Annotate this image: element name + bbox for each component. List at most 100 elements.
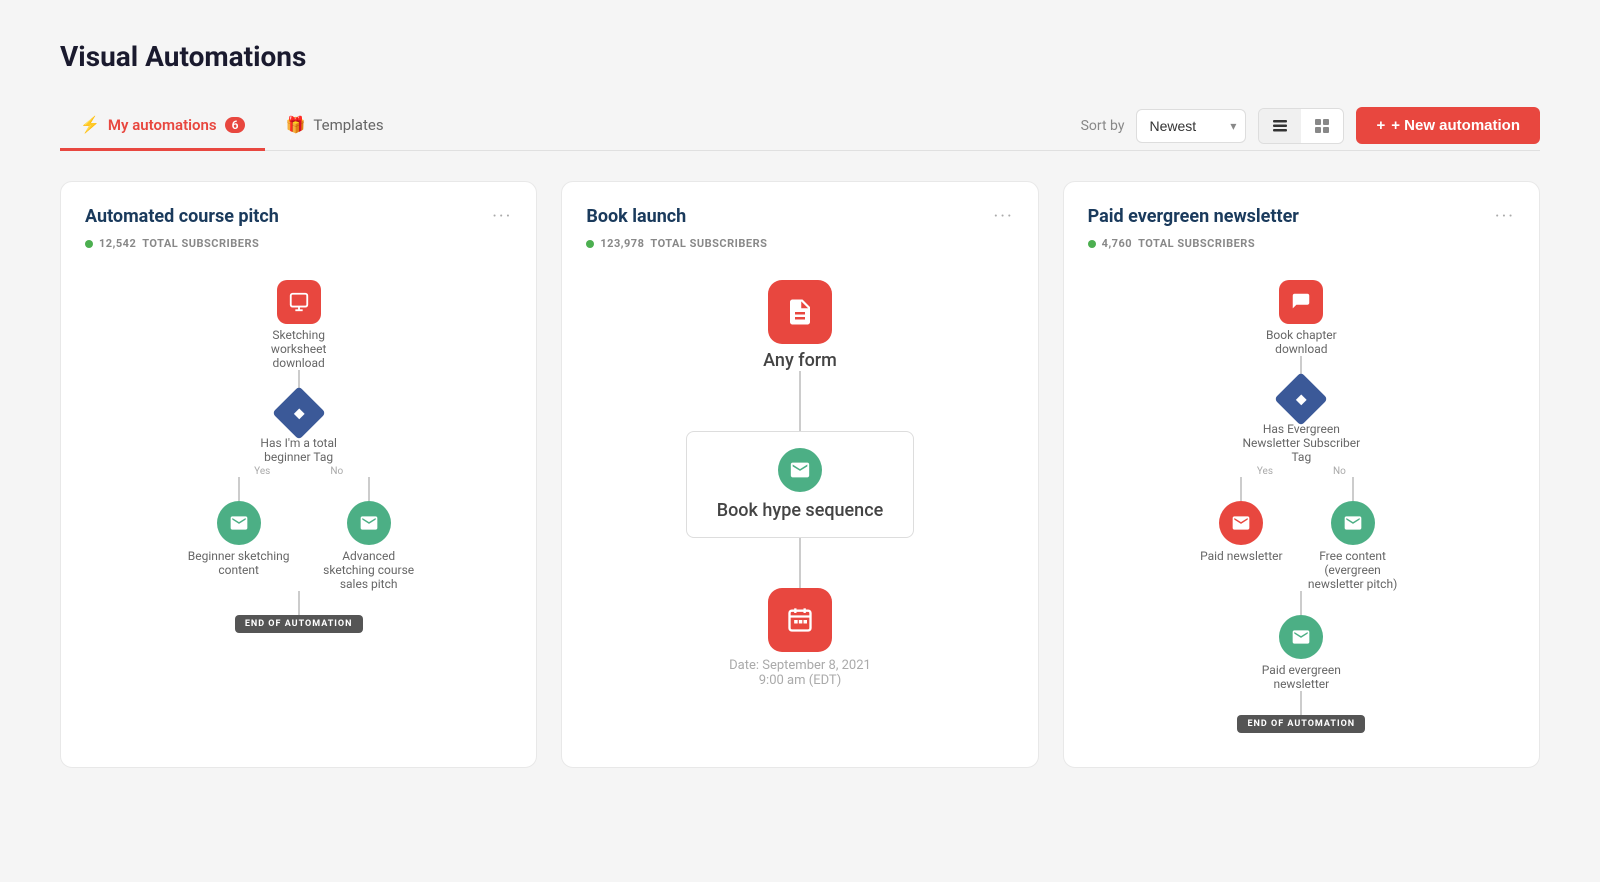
status-dot-1: [85, 240, 93, 248]
list-view-button[interactable]: [1259, 109, 1301, 143]
nl-branch-no-label: Free content (evergreen newsletter pitch…: [1303, 549, 1403, 591]
status-dot-3: [1088, 240, 1096, 248]
nl-branch-no-icon: [1331, 501, 1375, 545]
flow-branch: Beginner sketching content Advanced sket…: [179, 477, 419, 591]
nl-branch-no: Free content (evergreen newsletter pitch…: [1303, 477, 1403, 591]
nl-connector-bottom: [1300, 591, 1302, 615]
nl-connector-end: [1300, 691, 1302, 715]
card-menu-1[interactable]: ···: [492, 206, 512, 227]
card-menu-2[interactable]: ···: [994, 206, 1014, 227]
subscribers-count-3: 4,760: [1102, 237, 1132, 250]
tab-my-automations-label: My automations: [108, 116, 217, 134]
nl-condition-label: Has Evergreen Newsletter Subscriber Tag: [1236, 422, 1366, 464]
nl-connector-no: [1352, 477, 1354, 501]
sort-select[interactable]: Newest Oldest Name: [1136, 109, 1246, 143]
tab-badge: 6: [225, 117, 246, 133]
nl-condition-diamond: ◆: [1274, 372, 1328, 426]
nl-bottom-wrap: Paid evergreen newsletter: [1241, 615, 1361, 691]
nl-trigger-icon: [1279, 280, 1323, 324]
lightning-icon: ⚡: [80, 115, 100, 134]
nl-branch-yes: Paid newsletter: [1200, 477, 1282, 563]
yes-no-labels: Yes No: [254, 466, 343, 477]
card-header-2: Book launch ···: [586, 206, 1013, 227]
tabs: ⚡ My automations 6 🎁 Templates: [60, 101, 404, 150]
card-header-3: Paid evergreen newsletter ···: [1088, 206, 1515, 227]
tab-templates[interactable]: 🎁 Templates: [265, 101, 403, 151]
branch-no: Advanced sketching course sales pitch: [319, 477, 419, 591]
nl-no-label: No: [1333, 466, 1346, 477]
book-date-icon: [768, 588, 832, 652]
tab-my-automations[interactable]: ⚡ My automations 6: [60, 101, 265, 151]
nl-trigger-label: Book chapter download: [1241, 328, 1361, 356]
nl-end-node: END OF AUTOMATION: [1237, 715, 1365, 733]
trigger-node-wrap: Sketching worksheet download: [244, 280, 354, 370]
nl-flow-branch: Paid newsletter Free content (evergreen …: [1200, 477, 1402, 591]
condition-node-wrap: ◆ Has I'm a total beginner Tag: [239, 394, 359, 464]
branch-no-icon: [347, 501, 391, 545]
sort-wrapper: Newest Oldest Name: [1136, 109, 1246, 143]
nl-bottom-label: Paid evergreen newsletter: [1241, 663, 1361, 691]
subscribers-label-1: TOTAL SUBSCRIBERS: [142, 237, 259, 250]
card-title-1: Automated course pitch: [85, 206, 279, 227]
header-bar: ⚡ My automations 6 🎁 Templates Sort by N…: [60, 101, 1540, 151]
connector-yes: [238, 477, 240, 501]
card-title-2: Book launch: [586, 206, 686, 227]
book-seq-label: Book hype sequence: [717, 500, 884, 521]
plus-icon: +: [1376, 117, 1385, 134]
new-automation-button[interactable]: + + New automation: [1356, 107, 1540, 144]
card-automated-course-pitch: Automated course pitch ··· 12,542 TOTAL …: [60, 181, 537, 768]
card-menu-3[interactable]: ···: [1495, 206, 1515, 227]
subscribers-count-2: 123,978: [600, 237, 644, 250]
branch-yes: Beginner sketching content: [179, 477, 299, 577]
page-title: Visual Automations: [60, 40, 1540, 73]
book-connector-2: [799, 538, 801, 588]
page-container: Visual Automations ⚡ My automations 6 🎁 …: [0, 0, 1600, 808]
end-node: END OF AUTOMATION: [235, 615, 363, 633]
subscribers-count-1: 12,542: [99, 237, 136, 250]
branch-yes-label: Beginner sketching content: [179, 549, 299, 577]
yes-label: Yes: [254, 466, 270, 477]
tab-templates-label: Templates: [313, 116, 383, 134]
branch-no-label: Advanced sketching course sales pitch: [319, 549, 419, 591]
card-header-1: Automated course pitch ···: [85, 206, 512, 227]
any-form-label: Any form: [763, 350, 837, 371]
cards-grid: Automated course pitch ··· 12,542 TOTAL …: [60, 181, 1540, 768]
card-meta-2: 123,978 TOTAL SUBSCRIBERS: [586, 237, 1013, 250]
card-paid-evergreen: Paid evergreen newsletter ··· 4,760 TOTA…: [1063, 181, 1540, 768]
status-dot-2: [586, 240, 594, 248]
nl-branch-yes-label: Paid newsletter: [1200, 549, 1282, 563]
header-right: Sort by Newest Oldest Name + + New autom…: [1081, 107, 1540, 144]
trigger-label: Sketching worksheet download: [244, 328, 354, 370]
no-label: No: [330, 466, 343, 477]
book-time-label: 9:00 am (EDT): [759, 673, 841, 688]
book-date-wrap: Date: September 8, 2021 9:00 am (EDT): [729, 588, 871, 688]
nl-condition-wrap: ◆ Has Evergreen Newsletter Subscriber Ta…: [1236, 380, 1366, 464]
nl-bottom-icon: [1279, 615, 1323, 659]
trigger-icon: [277, 280, 321, 324]
subscribers-label-2: TOTAL SUBSCRIBERS: [650, 237, 767, 250]
book-trigger-icon: [768, 280, 832, 344]
flow-newsletter: Book chapter download ◆ Has Evergreen Ne…: [1088, 270, 1515, 743]
nl-trigger-wrap: Book chapter download: [1241, 280, 1361, 356]
sort-label: Sort by: [1081, 118, 1125, 134]
book-date-label: Date: September 8, 2021: [729, 658, 871, 673]
connector-end: [298, 591, 300, 615]
nl-yes-no: Yes No: [1257, 466, 1346, 477]
book-connector-1: [799, 371, 801, 431]
new-automation-label: + New automation: [1391, 117, 1520, 134]
grid-view-button[interactable]: [1301, 109, 1343, 143]
nl-yes-label: Yes: [1257, 466, 1273, 477]
card-meta-3: 4,760 TOTAL SUBSCRIBERS: [1088, 237, 1515, 250]
view-toggle: [1258, 108, 1344, 144]
subscribers-label-3: TOTAL SUBSCRIBERS: [1138, 237, 1255, 250]
nl-branch-yes-icon: [1219, 501, 1263, 545]
condition-diamond: ◆: [272, 386, 326, 440]
templates-icon: 🎁: [285, 115, 305, 134]
flow-course: Sketching worksheet download ◆ Has I'm a…: [85, 270, 512, 643]
book-seq-icon: [778, 448, 822, 492]
card-book-launch: Book launch ··· 123,978 TOTAL SUBSCRIBER…: [561, 181, 1038, 768]
card-title-3: Paid evergreen newsletter: [1088, 206, 1299, 227]
branch-yes-icon: [217, 501, 261, 545]
card-meta-1: 12,542 TOTAL SUBSCRIBERS: [85, 237, 512, 250]
book-trigger-box: Book hype sequence: [686, 431, 915, 538]
